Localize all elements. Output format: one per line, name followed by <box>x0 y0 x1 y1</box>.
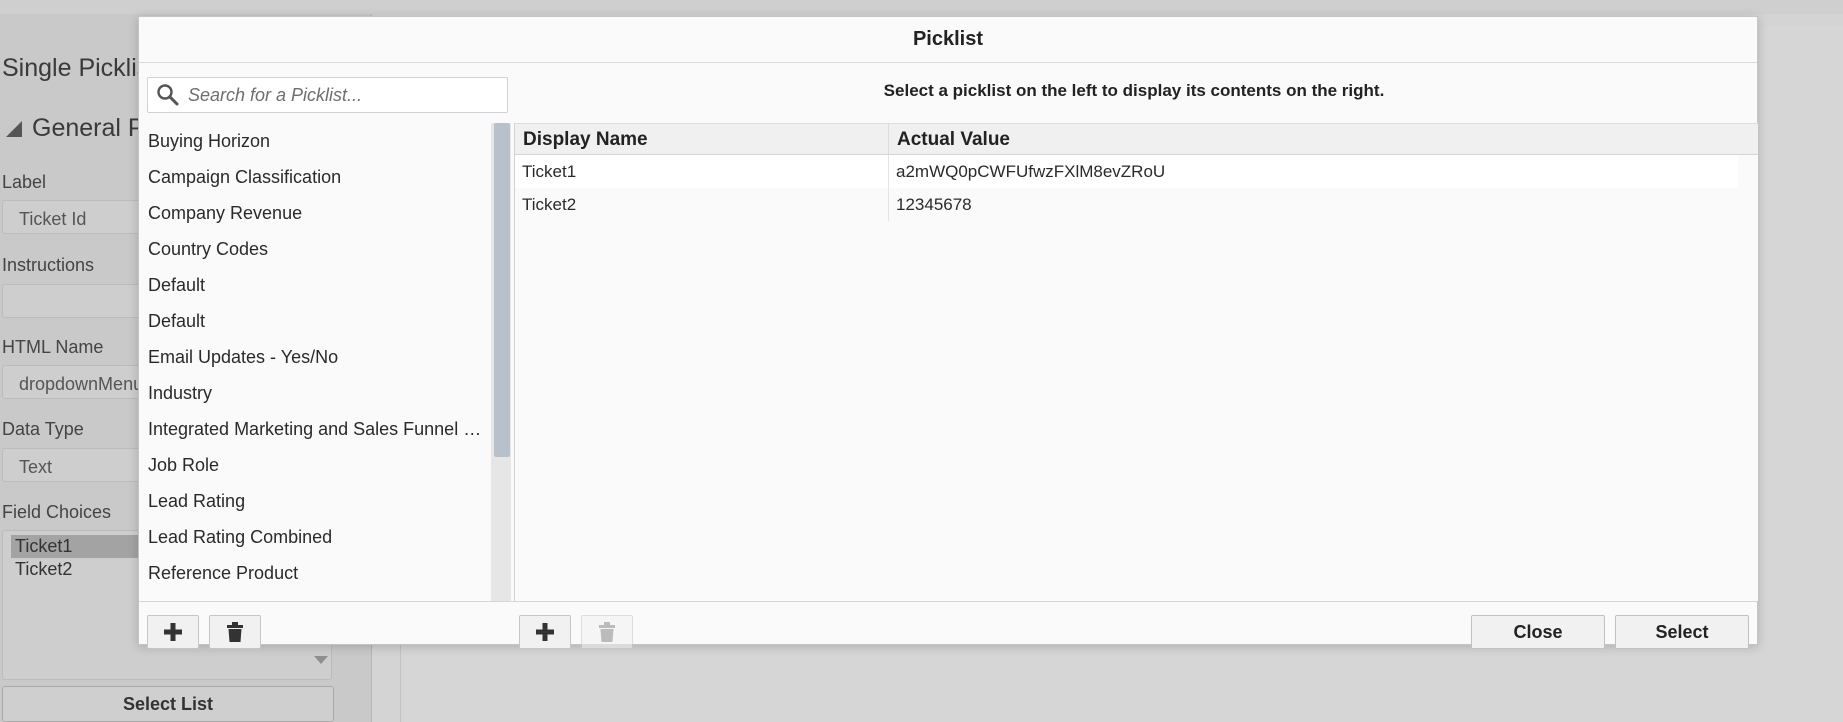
html-name-field-label: HTML Name <box>2 337 104 357</box>
picklist-item[interactable]: Company Revenue <box>139 195 491 231</box>
plus-icon <box>164 623 182 641</box>
picklist-item[interactable]: Campaign Classification <box>139 159 491 195</box>
actual-value-cell[interactable]: 12345678 <box>889 188 1758 221</box>
plus-icon <box>536 623 554 641</box>
background-section-header: General P <box>6 114 145 143</box>
picklist-item[interactable]: Default <box>139 267 491 303</box>
trash-icon <box>599 622 615 642</box>
picklist-modal: Picklist Select a picklist on the left t… <box>138 16 1758 649</box>
picklist-item[interactable]: Email Updates - Yes/No <box>139 339 491 375</box>
add-value-button[interactable] <box>519 615 571 649</box>
modal-title: Picklist <box>912 28 984 50</box>
picklist-item[interactable]: Buying Horizon <box>139 123 491 159</box>
trash-icon <box>227 622 243 642</box>
picklist-item[interactable]: Country Codes <box>139 231 491 267</box>
actual-value-cell[interactable]: a2mWQ0pCWFUfwzFXlM8evZRoU <box>889 155 1738 188</box>
select-button[interactable]: Select <box>1615 615 1749 649</box>
column-header-actual-value[interactable]: Actual Value <box>889 124 1758 154</box>
delete-value-button[interactable] <box>581 615 633 649</box>
display-name-cell[interactable]: Ticket1 <box>515 155 889 188</box>
picklist-scroll-thumb[interactable] <box>494 123 510 457</box>
field-choices-label: Field Choices <box>2 502 112 522</box>
picklist-item[interactable]: Integrated Marketing and Sales Funnel St… <box>139 411 491 447</box>
picklist-contents-table: Display Name Actual Value Ticket1 a2mWQ0… <box>514 123 1758 601</box>
picklist-scrollbar[interactable] <box>491 123 511 601</box>
search-input[interactable] <box>188 84 498 106</box>
picklist-item[interactable]: Reference Product <box>139 555 491 591</box>
chevron-down-icon[interactable] <box>314 656 328 664</box>
collapse-triangle-icon <box>6 120 22 137</box>
modal-footer: Close Select <box>139 601 1757 649</box>
data-type-field-label: Data Type <box>2 419 84 439</box>
picklist-item[interactable]: Default <box>139 303 491 339</box>
add-picklist-button[interactable] <box>147 615 199 649</box>
search-icon <box>148 78 188 112</box>
instruction-text: Select a picklist on the left to display… <box>883 81 1385 100</box>
background-page-title: Single Picklis <box>2 54 150 82</box>
display-name-cell[interactable]: Ticket2 <box>515 188 889 221</box>
picklist-item[interactable]: Lead Rating <box>139 483 491 519</box>
instructions-field-label: Instructions <box>2 255 95 275</box>
label-field-label: Label <box>2 172 47 192</box>
picklist-item[interactable]: Industry <box>139 375 491 411</box>
delete-picklist-button[interactable] <box>209 615 261 649</box>
picklist-item[interactable]: Job Role <box>139 447 491 483</box>
picklist-list: Buying Horizon Campaign Classification C… <box>139 123 491 601</box>
search-box <box>147 77 508 113</box>
background-top-bar <box>0 0 1843 14</box>
select-list-button[interactable]: Select List <box>2 686 334 722</box>
table-row[interactable]: Ticket1 a2mWQ0pCWFUfwzFXlM8evZRoU <box>515 155 1738 188</box>
picklist-item[interactable]: Lead Rating Combined <box>139 519 491 555</box>
table-header: Display Name Actual Value <box>515 123 1758 155</box>
column-header-display-name[interactable]: Display Name <box>515 124 889 154</box>
modal-header: Picklist <box>139 17 1757 63</box>
close-button[interactable]: Close <box>1471 615 1605 649</box>
background-section-title: General P <box>32 114 145 142</box>
table-row[interactable]: Ticket2 12345678 <box>515 188 1758 221</box>
